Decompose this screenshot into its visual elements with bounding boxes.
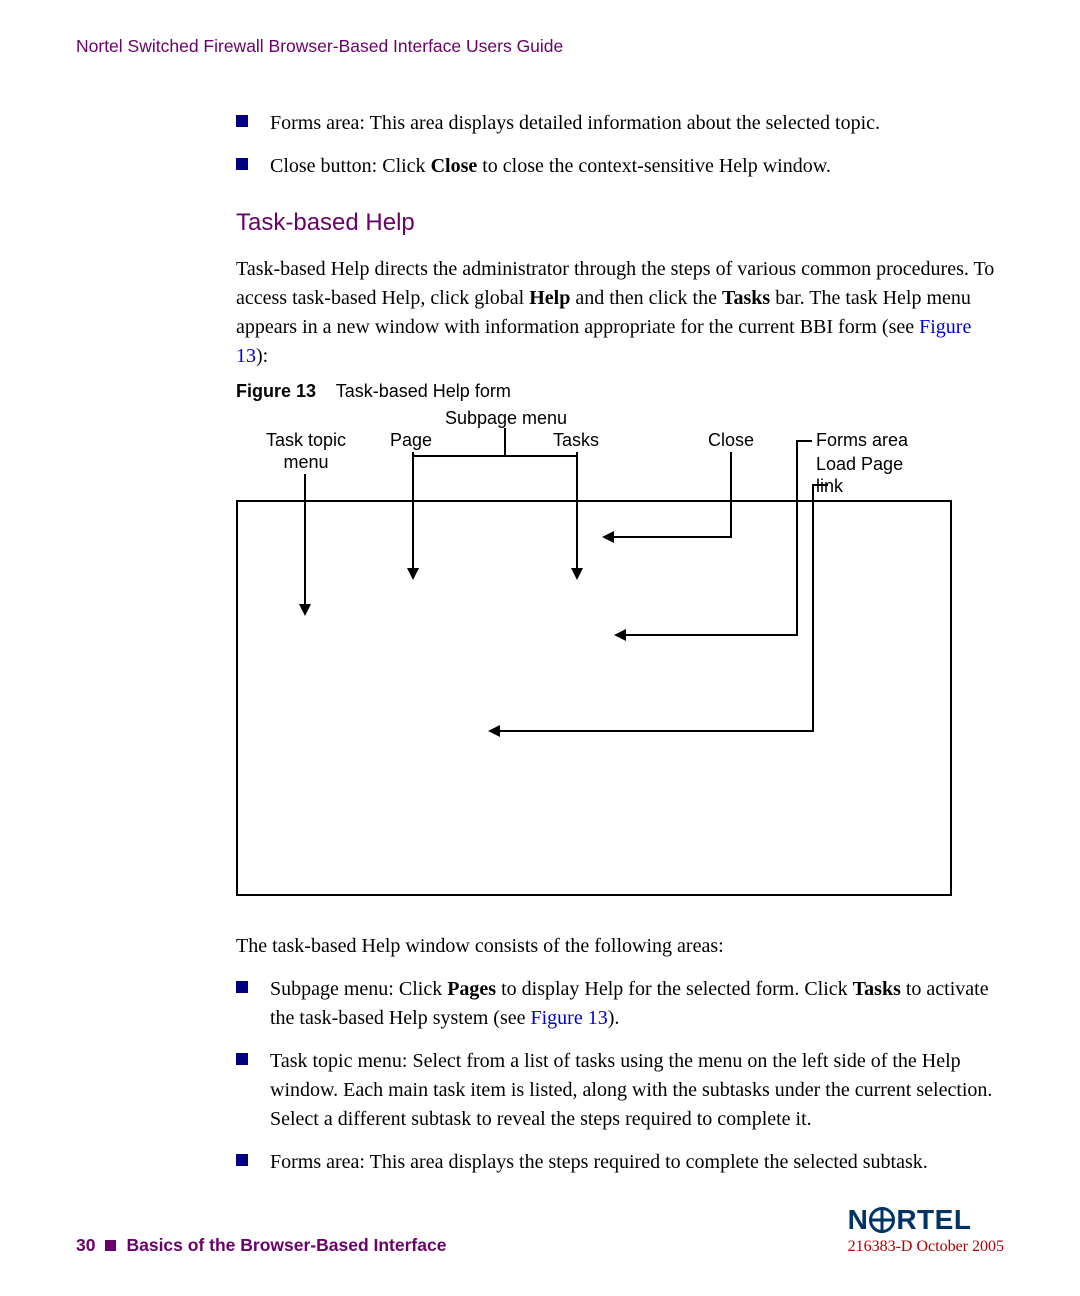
bullet-subpage-menu: Subpage menu: Click Pages to display Hel…	[236, 975, 1004, 1033]
after-figure-paragraph: The task-based Help window consists of t…	[236, 932, 1004, 961]
diagram-line	[796, 440, 798, 636]
label-line1: Task topic	[266, 430, 346, 450]
running-header: Nortel Switched Firewall Browser-Based I…	[76, 36, 1004, 57]
label-close: Close	[696, 430, 766, 452]
bold-close: Close	[431, 155, 478, 177]
page-footer: 30 Basics of the Browser-Based Interface…	[76, 1204, 1004, 1256]
figure-caption: Figure 13 Task-based Help form	[236, 381, 1004, 402]
diagram-line	[812, 484, 814, 732]
diagram-line	[624, 634, 798, 636]
arrowhead-left-icon	[602, 531, 614, 543]
arrowhead-left-icon	[614, 629, 626, 641]
bullet-text-pre: Close button: Click	[270, 155, 431, 177]
help-window-box	[236, 500, 952, 896]
square-bullet-icon	[105, 1240, 116, 1251]
para-seg: ):	[256, 345, 268, 367]
diagram-line	[796, 440, 812, 442]
label-subpage-menu: Subpage menu	[426, 408, 586, 430]
bold-pages: Pages	[447, 978, 496, 1000]
logo-text-left: N	[848, 1204, 869, 1236]
diagram-line	[412, 452, 414, 570]
label-tasks: Tasks	[536, 430, 616, 452]
diagram-line	[304, 474, 306, 606]
nortel-logo: N RTEL	[848, 1204, 1004, 1236]
seg: Subpage menu: Click	[270, 978, 447, 1000]
diagram-line	[412, 455, 577, 457]
arrowhead-down-icon	[571, 568, 583, 580]
bullet-close-button: Close button: Click Close to close the c…	[236, 152, 1004, 181]
label-load-page-link: Load Page link	[816, 454, 903, 497]
diagram-line	[498, 730, 814, 732]
bullet-text: Task topic menu: Select from a list of t…	[270, 1050, 992, 1130]
bullet-text: Forms area: This area displays detailed …	[270, 112, 880, 134]
figure-title: Task-based Help form	[336, 381, 511, 401]
arrowhead-left-icon	[488, 725, 500, 737]
bullet-text-post: to close the context-sensitive Help wind…	[477, 155, 831, 177]
para-seg: and then click the	[570, 287, 722, 309]
section-heading-task-based-help: Task-based Help	[236, 209, 1004, 237]
footer-left: 30 Basics of the Browser-Based Interface	[76, 1235, 446, 1256]
bullet-forms-area-steps: Forms area: This area displays the steps…	[236, 1148, 1004, 1177]
top-bullet-list: Forms area: This area displays detailed …	[236, 109, 1004, 181]
figure-number: Figure 13	[236, 381, 316, 401]
bullet-forms-area: Forms area: This area displays detailed …	[236, 109, 1004, 138]
bold-help: Help	[529, 287, 570, 309]
arrowhead-down-icon	[407, 568, 419, 580]
arrowhead-down-icon	[299, 604, 311, 616]
chapter-title: Basics of the Browser-Based Interface	[126, 1235, 446, 1256]
page-number: 30	[76, 1235, 95, 1256]
diagram-line	[504, 428, 506, 455]
link-figure-13[interactable]: Figure 13	[530, 1007, 607, 1029]
section-paragraph: Task-based Help directs the administrato…	[236, 255, 1004, 371]
bottom-bullet-list: Subpage menu: Click Pages to display Hel…	[236, 975, 1004, 1177]
label-task-topic-menu: Task topic menu	[251, 430, 361, 473]
footer-right: N RTEL 216383-D October 2005	[848, 1204, 1004, 1256]
label-forms-area: Forms area	[816, 430, 908, 452]
document-id: 216383-D October 2005	[848, 1238, 1004, 1256]
label-line2: menu	[283, 452, 328, 472]
figure-diagram: Subpage menu Task topic menu Page Tasks …	[236, 408, 956, 908]
logo-text-right: RTEL	[896, 1204, 971, 1236]
seg: to display Help for the selected form. C…	[496, 978, 853, 1000]
label-page: Page	[376, 430, 446, 452]
diagram-line	[812, 484, 828, 486]
seg: ).	[608, 1007, 620, 1029]
bullet-text: Forms area: This area displays the steps…	[270, 1151, 928, 1173]
diagram-line	[730, 452, 732, 538]
bold-tasks: Tasks	[722, 287, 770, 309]
diagram-line	[576, 452, 578, 570]
bold-tasks: Tasks	[853, 978, 901, 1000]
bullet-task-topic-menu: Task topic menu: Select from a list of t…	[236, 1047, 1004, 1134]
label-line1: Load Page	[816, 454, 903, 474]
globe-icon	[869, 1207, 895, 1233]
diagram-line	[612, 536, 732, 538]
